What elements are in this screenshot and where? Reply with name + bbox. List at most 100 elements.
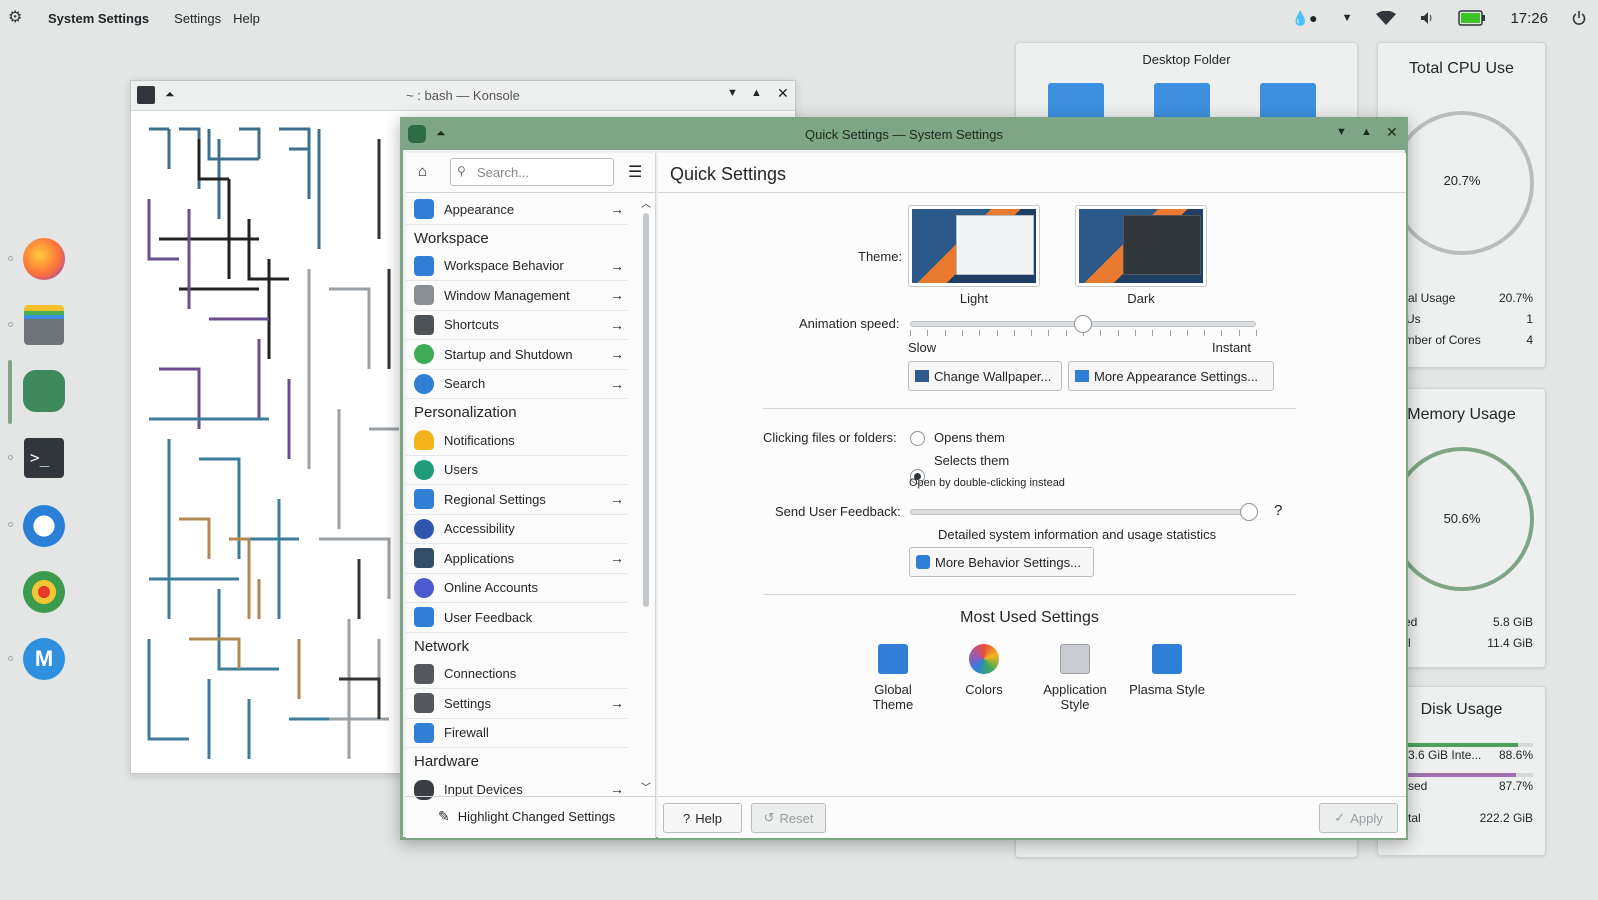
volume-icon[interactable] bbox=[1420, 11, 1434, 25]
sidebar-item-workspace-behavior[interactable]: Workspace Behavior → bbox=[406, 252, 628, 281]
selects-them-label[interactable]: Selects them bbox=[934, 453, 1009, 468]
sidebar-item-search[interactable]: Search → bbox=[406, 370, 628, 399]
user-icon bbox=[414, 459, 434, 480]
opens-them-radio[interactable] bbox=[910, 431, 925, 446]
apply-button[interactable]: ✓ Apply bbox=[1319, 803, 1398, 833]
system-settings-icon[interactable] bbox=[23, 370, 65, 412]
memory-row: tal11.4 GiB bbox=[1398, 636, 1533, 650]
language-icon bbox=[414, 489, 434, 510]
sidebar-item-regional-settings[interactable]: Regional Settings → bbox=[406, 485, 628, 515]
open-hint: Open by double-clicking instead bbox=[909, 477, 1065, 489]
color-picker-icon[interactable]: 💧● bbox=[1292, 10, 1318, 27]
scrollbar-thumb[interactable] bbox=[643, 213, 649, 607]
konsole-icon[interactable]: >_ bbox=[24, 438, 64, 478]
sidebar-item-user-feedback[interactable]: User Feedback bbox=[406, 603, 628, 633]
mail-app-icon[interactable]: M bbox=[23, 638, 65, 680]
sidebar-item-online-accounts[interactable]: Online Accounts bbox=[406, 574, 628, 603]
most-used-plasma-style[interactable]: Plasma Style bbox=[1122, 644, 1212, 697]
sidebar-item-input-devices[interactable]: Input Devices → bbox=[406, 775, 628, 805]
firefox-icon[interactable] bbox=[23, 238, 65, 280]
home-icon[interactable]: ⌂ bbox=[418, 163, 427, 180]
arrow-right-icon: → bbox=[610, 257, 624, 274]
kde-logo-icon[interactable]: ⚙ bbox=[8, 9, 26, 27]
menu-settings[interactable]: Settings bbox=[174, 11, 221, 26]
folder-icon[interactable] bbox=[1154, 83, 1210, 121]
konsole-titlebar[interactable]: ⏶ ~ : bash — Konsole ▼ ▲ ✕ bbox=[131, 81, 795, 111]
folder-icon[interactable] bbox=[1048, 83, 1104, 121]
discover-icon[interactable] bbox=[23, 505, 65, 547]
search-icon: ⚲ bbox=[457, 164, 466, 178]
sidebar-item-users[interactable]: Users bbox=[406, 456, 628, 485]
feedback-slider[interactable] bbox=[910, 509, 1256, 515]
search-input[interactable]: ⚲ Search... bbox=[450, 158, 614, 186]
arrow-right-icon: → bbox=[610, 316, 624, 333]
feedback-description: Detailed system information and usage st… bbox=[938, 527, 1217, 542]
folder-icon[interactable] bbox=[1260, 83, 1316, 121]
theme-dark-label: Dark bbox=[1127, 291, 1155, 306]
cpu-row: otal Usage 20.7% bbox=[1398, 291, 1533, 305]
sidebar: ⌂ ⚲ Search... ☰ Appearance → Workspace Wo… bbox=[406, 153, 656, 838]
cpu-row: umber of Cores 4 bbox=[1398, 333, 1533, 347]
sidebar-item-connections[interactable]: Connections bbox=[406, 660, 628, 689]
sidebar-item-accessibility[interactable]: Accessibility bbox=[406, 515, 628, 544]
network-settings-icon bbox=[414, 693, 434, 714]
arrow-right-icon: → bbox=[610, 491, 624, 507]
most-used-colors[interactable]: Colors bbox=[940, 644, 1028, 697]
disk-row: 3.6 GiB Inte... 88.6% bbox=[1408, 748, 1533, 762]
maximize-icon[interactable]: ▲ bbox=[1361, 126, 1372, 138]
menu-help[interactable]: Help bbox=[233, 11, 260, 26]
sidebar-item-shortcuts[interactable]: Shortcuts → bbox=[406, 311, 628, 340]
applications-icon bbox=[414, 548, 434, 569]
target-app-icon[interactable] bbox=[23, 571, 65, 613]
sidebar-item-notifications[interactable]: Notifications bbox=[406, 426, 628, 456]
file-manager-icon[interactable] bbox=[24, 305, 64, 345]
sidebar-item-appearance[interactable]: Appearance → bbox=[406, 195, 628, 225]
reset-button[interactable]: ↺ Reset bbox=[751, 803, 826, 833]
animation-speed-knob[interactable] bbox=[1074, 315, 1092, 333]
more-behavior-button[interactable]: More Behavior Settings... bbox=[909, 547, 1094, 577]
minimize-icon[interactable]: ▼ bbox=[727, 87, 738, 99]
feedback-knob[interactable] bbox=[1240, 503, 1258, 521]
hamburger-menu-icon[interactable]: ☰ bbox=[628, 162, 642, 182]
desktop-folder-widget[interactable]: Desktop Folder bbox=[1015, 42, 1358, 122]
settings-titlebar[interactable]: ⏶ Quick Settings — System Settings ▼ ▲ ✕ bbox=[403, 120, 1405, 150]
sidebar-scrollbar[interactable]: ︿ ﹀ bbox=[639, 195, 653, 795]
scroll-up-icon[interactable]: ︿ bbox=[641, 195, 651, 210]
sidebar-item-window-management[interactable]: Window Management → bbox=[406, 281, 628, 311]
battery-icon[interactable] bbox=[1458, 10, 1486, 26]
minimize-icon[interactable]: ▼ bbox=[1336, 126, 1347, 138]
clock[interactable]: 17:26 bbox=[1510, 10, 1548, 27]
slider-tick bbox=[927, 330, 929, 336]
help-button[interactable]: ? Help bbox=[663, 803, 742, 833]
highlight-changed-button[interactable]: ✎ Highlight Changed Settings bbox=[438, 808, 615, 825]
theme-label: Theme: bbox=[858, 249, 903, 264]
window-management-icon bbox=[414, 285, 434, 306]
theme-dark-preview[interactable] bbox=[1075, 205, 1207, 287]
arrow-right-icon: → bbox=[610, 287, 624, 303]
more-appearance-button[interactable]: More Appearance Settings... bbox=[1068, 361, 1274, 391]
sidebar-header: ⌂ ⚲ Search... ☰ bbox=[406, 153, 655, 193]
wallpaper-icon bbox=[915, 370, 929, 382]
scroll-down-icon[interactable]: ﹀ bbox=[641, 779, 651, 794]
appearance-icon bbox=[414, 199, 434, 220]
wifi-icon[interactable] bbox=[1376, 11, 1397, 25]
power-icon[interactable] bbox=[1572, 11, 1586, 25]
close-icon[interactable]: ✕ bbox=[777, 85, 789, 102]
most-used-global-theme[interactable]: Global Theme bbox=[849, 644, 937, 712]
tray-expand-icon[interactable]: ▼ bbox=[1342, 12, 1353, 24]
system-settings-window[interactable]: ⏶ Quick Settings — System Settings ▼ ▲ ✕… bbox=[400, 117, 1408, 840]
feedback-help-icon[interactable]: ? bbox=[1274, 502, 1282, 519]
opens-them-label[interactable]: Opens them bbox=[934, 430, 1005, 445]
sidebar-item-applications[interactable]: Applications → bbox=[406, 544, 628, 574]
cpu-gauge-value: 20.7% bbox=[1443, 173, 1481, 188]
theme-light-preview[interactable] bbox=[908, 205, 1040, 287]
sidebar-item-firewall[interactable]: Firewall bbox=[406, 719, 628, 748]
sidebar-item-startup-shutdown[interactable]: Startup and Shutdown → bbox=[406, 340, 628, 370]
slider-tick bbox=[1186, 330, 1188, 336]
disk-bar-2 bbox=[1398, 773, 1533, 777]
close-icon[interactable]: ✕ bbox=[1386, 124, 1398, 141]
change-wallpaper-button[interactable]: Change Wallpaper... bbox=[908, 361, 1062, 391]
most-used-application-style[interactable]: Application Style bbox=[1031, 644, 1119, 712]
maximize-icon[interactable]: ▲ bbox=[751, 87, 762, 99]
sidebar-item-network-settings[interactable]: Settings → bbox=[406, 689, 628, 719]
